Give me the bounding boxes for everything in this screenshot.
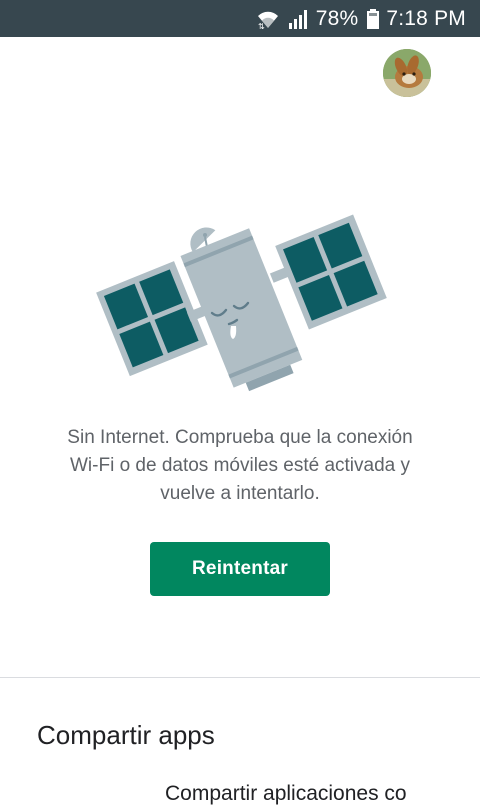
section-title: Compartir apps [37, 720, 215, 750]
svg-text:⇅: ⇅ [258, 22, 265, 30]
message-line: Wi-Fi o de datos móviles esté activada y [69, 455, 411, 476]
signal-icon [288, 8, 310, 30]
wifi-icon: ⇅ [256, 8, 280, 30]
status-time: 7:18 PM [386, 6, 466, 30]
retry-button[interactable]: Reintentar [150, 542, 330, 596]
sleeping-satellite-illustration [96, 214, 387, 392]
message-line: vuelve a intentarlo. [160, 483, 320, 504]
status-bar: ⇅ 78% 7:18 PM [0, 0, 480, 37]
section-divider [0, 677, 480, 678]
battery-icon [366, 8, 380, 30]
bunny-avatar-icon [383, 49, 431, 97]
app-content: Sin Internet. Comprueba que la conexión … [0, 37, 480, 805]
section-description[interactable]: Compartir aplicaciones co [165, 782, 480, 806]
battery-percent: 78% [315, 6, 359, 30]
right-solar-panel [275, 214, 387, 330]
account-avatar[interactable] [383, 49, 431, 97]
no-internet-message: Sin Internet. Comprueba que la conexión … [30, 424, 450, 508]
message-line: Sin Internet. Comprueba que la conexión [67, 427, 413, 448]
